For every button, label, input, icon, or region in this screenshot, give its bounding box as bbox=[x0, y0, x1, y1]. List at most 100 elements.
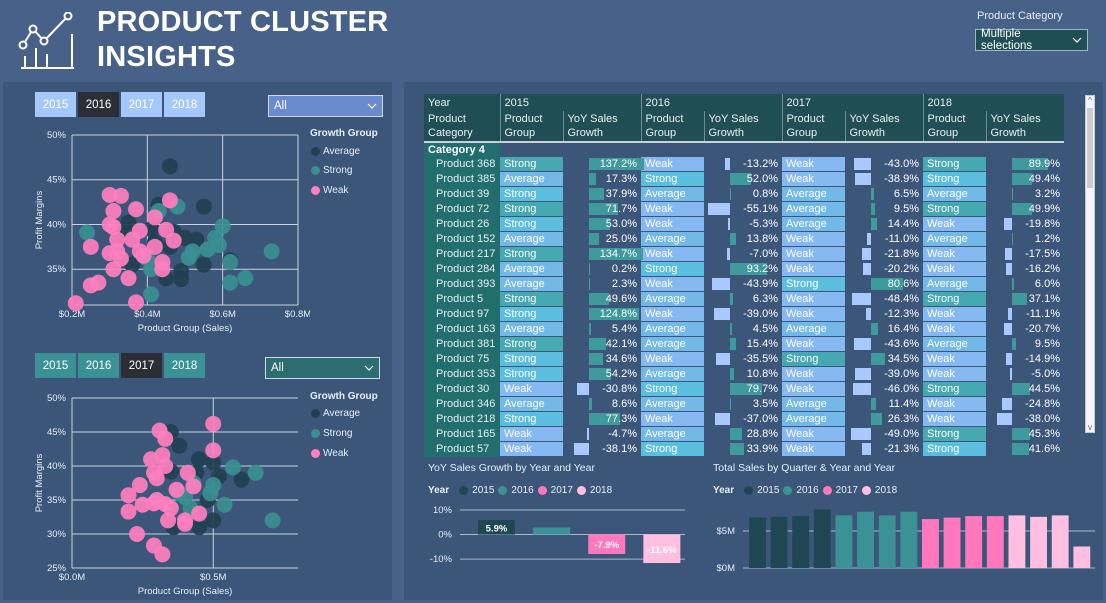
top-year-button-2018[interactable]: 2018 bbox=[164, 92, 205, 117]
legend-item[interactable]: 2018 bbox=[875, 485, 897, 496]
table-row[interactable]: Product 217 Strong 134.7% Weak -7.0% Weak -21.… bbox=[424, 246, 1064, 262]
yoy-header[interactable]: YoY Sales Growth bbox=[985, 111, 1064, 143]
scatter-point-weak bbox=[160, 512, 177, 529]
product-cell[interactable]: Product 217 bbox=[424, 246, 500, 262]
product-cell[interactable]: Product 39 bbox=[424, 186, 500, 202]
bottom-year-button-2017[interactable]: 2017 bbox=[121, 353, 162, 378]
product-category-dropdown[interactable]: Multiple selections bbox=[975, 28, 1088, 52]
table-row[interactable]: Product 368 Strong 137.2% Weak -13.2% Weak -43… bbox=[424, 157, 1064, 172]
year-2015-header[interactable]: 2015 bbox=[499, 94, 641, 111]
legend-item[interactable]: 2015 bbox=[472, 485, 494, 496]
product-cell[interactable]: Product 368 bbox=[424, 157, 500, 172]
table-row[interactable]: Product 165 Weak -4.7% Average 28.8% Weak -49.… bbox=[424, 426, 1064, 442]
product-cell[interactable]: Product 97 bbox=[424, 306, 500, 322]
table-row[interactable]: Product 381 Strong 42.1% Average 15.4% Weak -4… bbox=[424, 336, 1064, 352]
top-dropdown-value: All bbox=[274, 100, 287, 112]
product-cell[interactable]: Product 152 bbox=[424, 231, 500, 247]
legend-item[interactable]: 2016 bbox=[796, 485, 818, 496]
scatter-point-weak bbox=[146, 238, 163, 255]
bottom-year-button-2016[interactable]: 2016 bbox=[78, 353, 119, 378]
product-cell[interactable]: Product 165 bbox=[424, 426, 500, 442]
table-row[interactable]: Product 97 Strong 124.8% Weak -39.0% Weak -12.… bbox=[424, 306, 1064, 322]
yoy-databar bbox=[871, 352, 885, 365]
product-cell[interactable]: Product 353 bbox=[424, 366, 500, 382]
year-2016-header[interactable]: 2016 bbox=[640, 94, 782, 111]
table-row[interactable]: Product 218 Strong 77.3% Weak -37.0% Average 2… bbox=[424, 411, 1064, 427]
yoy-databar bbox=[589, 352, 603, 365]
top-year-button-2016[interactable]: 2016 bbox=[78, 92, 119, 117]
product-cell[interactable]: Product 346 bbox=[424, 396, 500, 412]
product-cell[interactable]: Product 218 bbox=[424, 411, 500, 427]
yoy-header[interactable]: YoY Sales Growth bbox=[703, 111, 782, 143]
scroll-up-icon[interactable]: ^ bbox=[1086, 96, 1094, 105]
product-category-header[interactable]: Product Category bbox=[424, 111, 500, 143]
product-cell[interactable]: Product 30 bbox=[424, 381, 500, 397]
matrix-scrollbar[interactable]: ^ v bbox=[1085, 95, 1095, 433]
product-cell[interactable]: Product 381 bbox=[424, 336, 500, 352]
table-row[interactable]: Product 39 Strong 37.9% Average 0.8% Average 6… bbox=[424, 186, 1064, 202]
table-row[interactable]: Product 26 Strong 53.0% Weak -5.3% Average 14.… bbox=[424, 216, 1064, 232]
table-row[interactable]: Product 393 Average 2.3% Weak -43.9% Strong 80… bbox=[424, 276, 1064, 292]
yoy-databar bbox=[851, 427, 871, 440]
top-growth-dropdown[interactable]: All bbox=[268, 95, 383, 117]
bottom-year-button-2015[interactable]: 2015 bbox=[35, 353, 76, 378]
product-cell[interactable]: Product 72 bbox=[424, 201, 500, 217]
product-cell[interactable]: Product 284 bbox=[424, 261, 500, 277]
table-row[interactable]: Product 5 Strong 49.6% Average 6.3% Weak -48.4… bbox=[424, 291, 1064, 307]
yoy-cell: 52.0% bbox=[704, 172, 782, 187]
top-legend-strong[interactable]: Strong bbox=[311, 165, 352, 176]
bottom-growth-dropdown[interactable]: All bbox=[265, 357, 380, 379]
top-legend-average[interactable]: Average bbox=[311, 146, 360, 157]
product-cell[interactable]: Product 75 bbox=[424, 351, 500, 367]
legend-item[interactable]: 2018 bbox=[590, 485, 612, 496]
yoy-cell: 49.6% bbox=[563, 292, 641, 307]
yoy-cell: -38.9% bbox=[845, 172, 923, 187]
category-row[interactable]: Category 4 bbox=[424, 142, 500, 157]
bottom-legend-strong[interactable]: Strong bbox=[311, 428, 352, 439]
scatter-point-average bbox=[205, 512, 222, 529]
year-2017-header[interactable]: 2017 bbox=[781, 94, 923, 111]
bottom-year-button-2018[interactable]: 2018 bbox=[164, 353, 205, 378]
product-group-cell: Average bbox=[782, 201, 845, 217]
product-cell[interactable]: Product 26 bbox=[424, 216, 500, 232]
legend-item[interactable]: 2016 bbox=[511, 485, 533, 496]
product-cell[interactable]: Product 385 bbox=[424, 171, 500, 187]
product-cell[interactable]: Product 393 bbox=[424, 276, 500, 292]
top-legend-weak[interactable]: Weak bbox=[311, 185, 348, 196]
table-row[interactable]: Product 75 Strong 34.6% Weak -35.5% Strong 34.… bbox=[424, 351, 1064, 367]
product-group-cell: Weak bbox=[923, 351, 986, 367]
product-cell[interactable]: Product 57 bbox=[424, 441, 500, 457]
table-row[interactable]: Product 57 Weak -38.1% Strong 33.9% Weak -21.3… bbox=[424, 441, 1064, 457]
legend-item[interactable]: 2015 bbox=[757, 485, 779, 496]
product-group-header[interactable]: Product Group bbox=[781, 111, 845, 143]
scroll-down-icon[interactable]: v bbox=[1086, 423, 1094, 432]
table-row[interactable]: Product 385 Average 17.3% Strong 52.0% Weak -3… bbox=[424, 171, 1064, 187]
table-row[interactable]: Product 346 Average 8.6% Average 3.5% Average… bbox=[424, 396, 1064, 412]
top-year-button-2015[interactable]: 2015 bbox=[35, 92, 76, 117]
scroll-thumb[interactable] bbox=[1087, 108, 1093, 188]
yoy-header[interactable]: YoY Sales Growth bbox=[844, 111, 923, 143]
table-row[interactable]: Product 284 Average 0.2% Strong 93.2% Weak -20… bbox=[424, 261, 1064, 277]
scatter-point-weak bbox=[120, 503, 137, 520]
product-group-cell: Strong bbox=[500, 306, 563, 322]
table-row[interactable]: Product 353 Strong 54.2% Average 10.8% Weak -3… bbox=[424, 366, 1064, 382]
product-group-header[interactable]: Product Group bbox=[640, 111, 704, 143]
bottom-legend-weak[interactable]: Weak bbox=[311, 448, 348, 459]
product-group-header[interactable]: Product Group bbox=[499, 111, 563, 143]
top-year-button-2017[interactable]: 2017 bbox=[121, 92, 162, 117]
legend-item[interactable]: 2017 bbox=[836, 485, 858, 496]
year-2018-header[interactable]: 2018 bbox=[922, 94, 1064, 111]
product-group-header[interactable]: Product Group bbox=[922, 111, 986, 143]
yoy-header[interactable]: YoY Sales Growth bbox=[562, 111, 641, 143]
product-group-cell: Strong bbox=[782, 351, 845, 367]
yoy-cell: 3.5% bbox=[704, 397, 782, 412]
table-row[interactable]: Product 30 Weak -30.8% Strong 79.7% Weak -46.0… bbox=[424, 381, 1064, 397]
bottom-legend-average[interactable]: Average bbox=[311, 408, 360, 419]
table-row[interactable]: Product 152 Average 25.0% Average 13.8% Weak -… bbox=[424, 231, 1064, 247]
legend-item[interactable]: 2017 bbox=[551, 485, 573, 496]
table-row[interactable]: Product 72 Strong 71.7% Weak -55.1% Average 9.… bbox=[424, 201, 1064, 217]
product-cell[interactable]: Product 163 bbox=[424, 321, 500, 337]
product-cell[interactable]: Product 5 bbox=[424, 291, 500, 307]
yoy-cell: 45.3% bbox=[986, 427, 1064, 442]
table-row[interactable]: Product 163 Average 5.4% Average 4.5% Average… bbox=[424, 321, 1064, 337]
